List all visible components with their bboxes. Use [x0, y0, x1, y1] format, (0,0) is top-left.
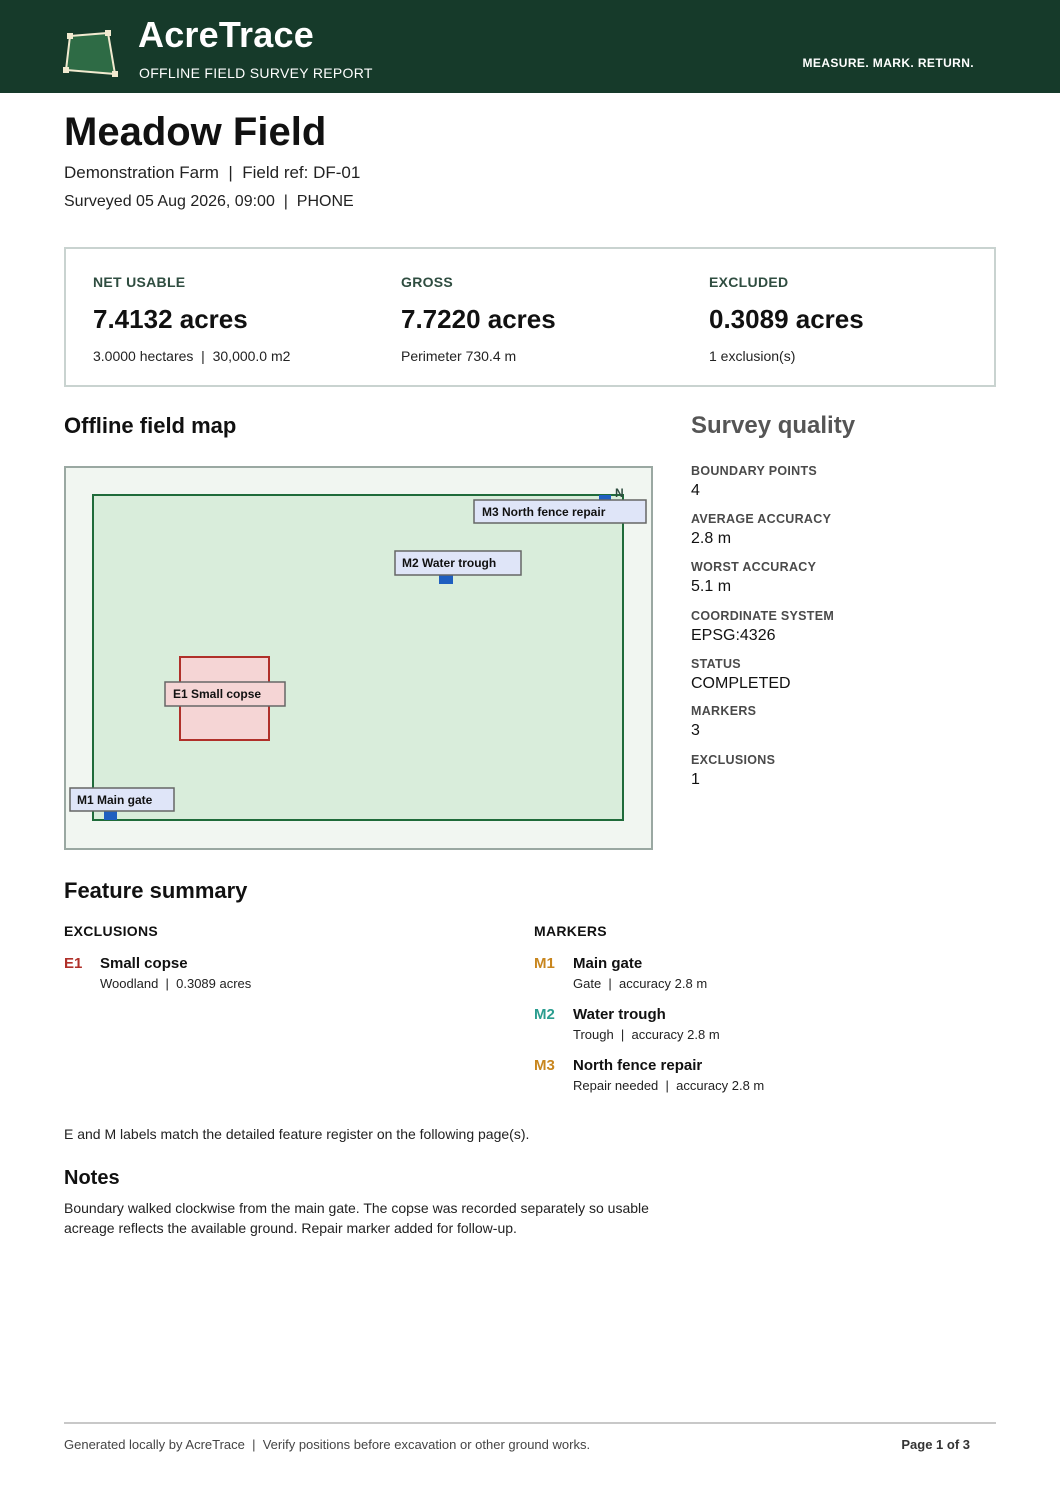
feature-summary-title: Feature summary — [64, 878, 248, 903]
tagline: MEASURE. MARK. RETURN. — [802, 56, 974, 70]
quality-coordinate-system: COORDINATE SYSTEM EPSG:4326 — [691, 609, 834, 645]
quality-value: 5.1 m — [691, 578, 732, 595]
exclusions-heading: EXCLUSIONS — [64, 923, 159, 939]
stat-detail: Perimeter 730.4 m — [401, 348, 517, 364]
footer-disclaimer: Generated locally by AcreTrace | Verify … — [64, 1437, 591, 1452]
feature-detail: Gate | accuracy 2.8 m — [573, 976, 708, 991]
report-subtitle: OFFLINE FIELD SURVEY REPORT — [139, 65, 373, 81]
feature-code: M2 — [534, 1006, 555, 1023]
farm-line: Demonstration Farm | Field ref: DF-01 — [64, 163, 361, 182]
quality-label: BOUNDARY POINTS — [691, 464, 818, 478]
marker-m2-icon — [439, 575, 453, 584]
quality-label: WORST ACCURACY — [691, 560, 817, 574]
stat-detail: 1 exclusion(s) — [709, 348, 796, 364]
page-number: Page 1 of 3 — [901, 1437, 970, 1452]
marker-label-m1: M1 Main gate — [77, 793, 153, 807]
quality-average-accuracy: AVERAGE ACCURACY 2.8 m — [691, 512, 831, 548]
exclusion-label-e1: E1 Small copse — [173, 687, 261, 701]
feature-name: Main gate — [573, 955, 643, 972]
quality-status: STATUS COMPLETED — [691, 657, 791, 693]
quality-label: COORDINATE SYSTEM — [691, 609, 835, 623]
feature-code: M1 — [534, 955, 555, 972]
quality-label: STATUS — [691, 657, 741, 671]
register-note: E and M labels match the detailed featur… — [64, 1126, 530, 1142]
quality-value: COMPLETED — [691, 675, 791, 692]
feature-code: M3 — [534, 1057, 555, 1074]
quality-label: AVERAGE ACCURACY — [691, 512, 832, 526]
stat-value: 7.7220 acres — [401, 304, 556, 334]
feature-detail: Woodland | 0.3089 acres — [100, 976, 252, 991]
north-arrow-icon: N — [615, 486, 624, 500]
report-header: AcreTrace OFFLINE FIELD SURVEY REPORT ME… — [0, 0, 1060, 93]
field-polygon-icon — [63, 30, 118, 77]
area-summary-panel: NET USABLE 7.4132 acres 3.0000 hectares … — [64, 247, 996, 387]
quality-title: Survey quality — [691, 412, 856, 439]
field-map-canvas: N E1 Small copse M1 Main gate M2 Water t… — [64, 466, 653, 850]
stat-detail: 3.0000 hectares | 30,000.0 m2 — [93, 348, 291, 364]
stat-value: 0.3089 acres — [709, 304, 864, 334]
feature-code: E1 — [64, 955, 83, 972]
quality-value: 1 — [691, 771, 700, 788]
stat-label: GROSS — [401, 274, 454, 290]
quality-value: EPSG:4326 — [691, 627, 776, 644]
field-title: Meadow Field — [64, 110, 327, 154]
footer-divider — [64, 1422, 996, 1424]
feature-detail: Repair needed | accuracy 2.8 m — [573, 1078, 765, 1093]
quality-markers: MARKERS 3 — [691, 704, 756, 740]
survey-quality-panel: Survey quality BOUNDARY POINTS 4 AVERAGE… — [691, 412, 991, 788]
quality-exclusions: EXCLUSIONS 1 — [691, 753, 775, 789]
quality-value: 4 — [691, 482, 700, 499]
notes-body: Boundary walked clockwise from the main … — [64, 1200, 649, 1236]
field-map: N E1 Small copse M1 Main gate M2 Water t… — [64, 466, 653, 850]
stat-value: 7.4132 acres — [93, 304, 248, 334]
quality-value: 3 — [691, 722, 700, 739]
marker-label-m2: M2 Water trough — [402, 556, 496, 570]
quality-boundary-points: BOUNDARY POINTS 4 — [691, 464, 817, 500]
map-section-title: Offline field map — [64, 413, 237, 438]
feature-name: Small copse — [100, 955, 188, 972]
stat-label: NET USABLE — [93, 274, 186, 290]
quality-label: MARKERS — [691, 704, 757, 718]
quality-label: EXCLUSIONS — [691, 753, 776, 767]
feature-name: Water trough — [573, 1006, 666, 1023]
stat-label: EXCLUDED — [709, 274, 789, 290]
markers-heading: MARKERS — [534, 923, 607, 939]
feature-name: North fence repair — [573, 1057, 703, 1074]
marker-m1-icon — [104, 811, 117, 820]
marker-label-m3: M3 North fence repair — [482, 505, 606, 519]
feature-detail: Trough | accuracy 2.8 m — [573, 1027, 720, 1042]
quality-value: 2.8 m — [691, 530, 732, 547]
quality-worst-accuracy: WORST ACCURACY 5.1 m — [691, 560, 816, 596]
brand-name: AcreTrace — [138, 14, 314, 55]
notes-title: Notes — [64, 1167, 120, 1189]
survey-line: Surveyed 05 Aug 2026, 09:00 | PHONE — [64, 193, 354, 210]
field-boundary — [92, 494, 624, 821]
